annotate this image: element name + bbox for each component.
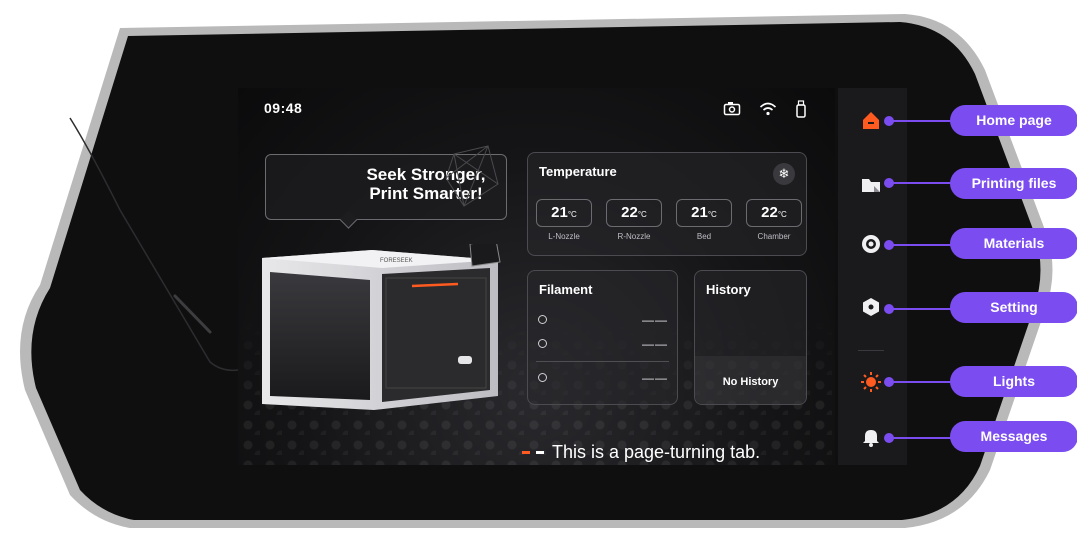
- temp-label: Chamber: [757, 232, 791, 241]
- filament-title: Filament: [539, 282, 593, 297]
- filament-slot-value: ——: [642, 337, 668, 351]
- temp-unit: °C: [707, 210, 717, 219]
- printer-illustration: FORESEEK: [262, 244, 501, 410]
- callout-home-page: Home page: [950, 105, 1077, 136]
- history-empty-text: No History: [722, 376, 779, 388]
- callout-lights: Lights: [950, 366, 1077, 397]
- temp-value-box: 21°C: [676, 199, 732, 227]
- history-title: History: [706, 282, 751, 297]
- folder-icon[interactable]: [860, 174, 882, 196]
- filament-slot-value: ——: [642, 371, 668, 385]
- temp-r-nozzle[interactable]: 22°C R-Nozzle: [606, 199, 662, 241]
- temp-label: L-Nozzle: [548, 232, 580, 241]
- filament-slot-icon: [538, 339, 547, 348]
- temp-value: 21: [691, 204, 708, 221]
- hex-nut-icon[interactable]: [860, 296, 882, 318]
- temp-value-box: 22°C: [746, 199, 802, 227]
- home-icon[interactable]: [860, 109, 882, 131]
- temp-label: Bed: [696, 232, 712, 241]
- temp-unit: °C: [777, 210, 787, 219]
- temperature-panel[interactable]: Temperature ❄ 21°C L-Nozzle 22°C R-Nozzl…: [527, 152, 807, 256]
- page-dot[interactable]: [536, 451, 544, 454]
- spool-icon[interactable]: [860, 233, 882, 255]
- temp-l-nozzle[interactable]: 21°C L-Nozzle: [536, 199, 592, 241]
- camera-icon[interactable]: [723, 101, 741, 122]
- light-icon[interactable]: [860, 371, 882, 393]
- clock: 09:48: [264, 100, 303, 116]
- filament-slot-icon: [538, 373, 547, 382]
- temp-label: R-Nozzle: [617, 232, 651, 241]
- filament-slot-value: ——: [642, 313, 668, 327]
- page-dot-active[interactable]: [522, 451, 530, 454]
- temp-value-box: 22°C: [606, 199, 662, 227]
- temp-unit: °C: [567, 210, 577, 219]
- sidebar-nav: [838, 88, 907, 465]
- sidebar-separator: [858, 350, 884, 351]
- bell-icon[interactable]: [860, 426, 882, 448]
- callout-messages: Messages: [950, 421, 1077, 452]
- temp-value: 22: [621, 204, 638, 221]
- temp-chamber[interactable]: 22°C Chamber: [746, 199, 802, 241]
- history-panel[interactable]: History No History: [694, 270, 807, 405]
- usb-icon[interactable]: [795, 100, 807, 123]
- temperature-list: 21°C L-Nozzle 22°C R-Nozzle 21°C Bed 22°…: [536, 199, 802, 241]
- callout-printing-files: Printing files: [950, 168, 1077, 199]
- filament-slot[interactable]: ——: [538, 371, 668, 387]
- temperature-title: Temperature: [539, 164, 617, 179]
- temp-value: 21: [551, 204, 568, 221]
- temp-unit: °C: [637, 210, 647, 219]
- page-indicator[interactable]: This is a page-turning tab.: [522, 442, 760, 463]
- page-indicator-note: This is a page-turning tab.: [552, 442, 761, 462]
- temp-bed[interactable]: 21°C Bed: [676, 199, 732, 241]
- temp-value: 22: [761, 204, 778, 221]
- fan-snowflake-icon[interactable]: ❄: [773, 163, 795, 185]
- filament-divider: [536, 361, 669, 362]
- callout-setting: Setting: [950, 292, 1077, 323]
- filament-slot-icon: [538, 315, 547, 324]
- status-icons: [723, 100, 807, 123]
- callout-materials: Materials: [950, 228, 1077, 259]
- filament-panel[interactable]: Filament —— —— ——: [527, 270, 678, 405]
- temp-value-box: 21°C: [536, 199, 592, 227]
- wireframe-decoration: [445, 145, 499, 207]
- filament-slot[interactable]: ——: [538, 337, 668, 353]
- touch-screen: 09:48 Seek Stronger, Print Smarter! FORE…: [238, 88, 835, 465]
- wifi-icon[interactable]: [759, 101, 777, 122]
- printer-brand-text: FORESEEK: [380, 258, 413, 264]
- filament-slot[interactable]: ——: [538, 313, 668, 329]
